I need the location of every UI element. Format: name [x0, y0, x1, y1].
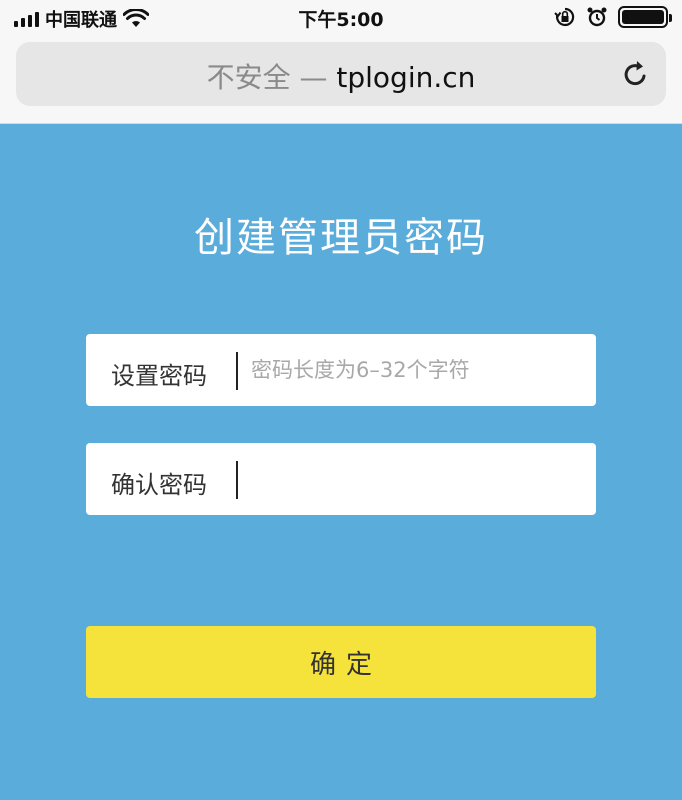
page-title: 创建管理员密码 — [194, 215, 488, 261]
address-bar[interactable]: 不安全 — tplogin.cn — [16, 42, 666, 106]
orientation-lock-icon — [554, 7, 575, 27]
set-password-input[interactable] — [251, 348, 581, 392]
status-bar: 中国联通 下午5:00 — [0, 0, 682, 36]
browser-toolbar: 不安全 — tplogin.cn — [0, 36, 682, 124]
set-password-field[interactable]: 设置密码 — [86, 334, 596, 406]
confirm-password-label: 确认密码 — [111, 471, 207, 499]
alarm-clock-icon — [587, 7, 607, 27]
url-host: tplogin.cn — [336, 61, 476, 94]
battery-icon — [618, 6, 672, 28]
confirm-button[interactable]: 确定 — [86, 626, 596, 698]
reload-icon[interactable] — [620, 58, 652, 90]
confirm-password-input[interactable] — [251, 457, 581, 501]
field-divider — [236, 461, 238, 499]
setup-page: 创建管理员密码 设置密码 确认密码 确定 — [0, 125, 682, 800]
status-right — [554, 6, 672, 28]
set-password-label: 设置密码 — [111, 362, 207, 390]
field-divider — [236, 352, 238, 390]
address-text[interactable]: 不安全 — tplogin.cn — [61, 56, 621, 96]
security-warning-label: 不安全 — — [206, 61, 337, 94]
confirm-password-field[interactable]: 确认密码 — [86, 443, 596, 515]
